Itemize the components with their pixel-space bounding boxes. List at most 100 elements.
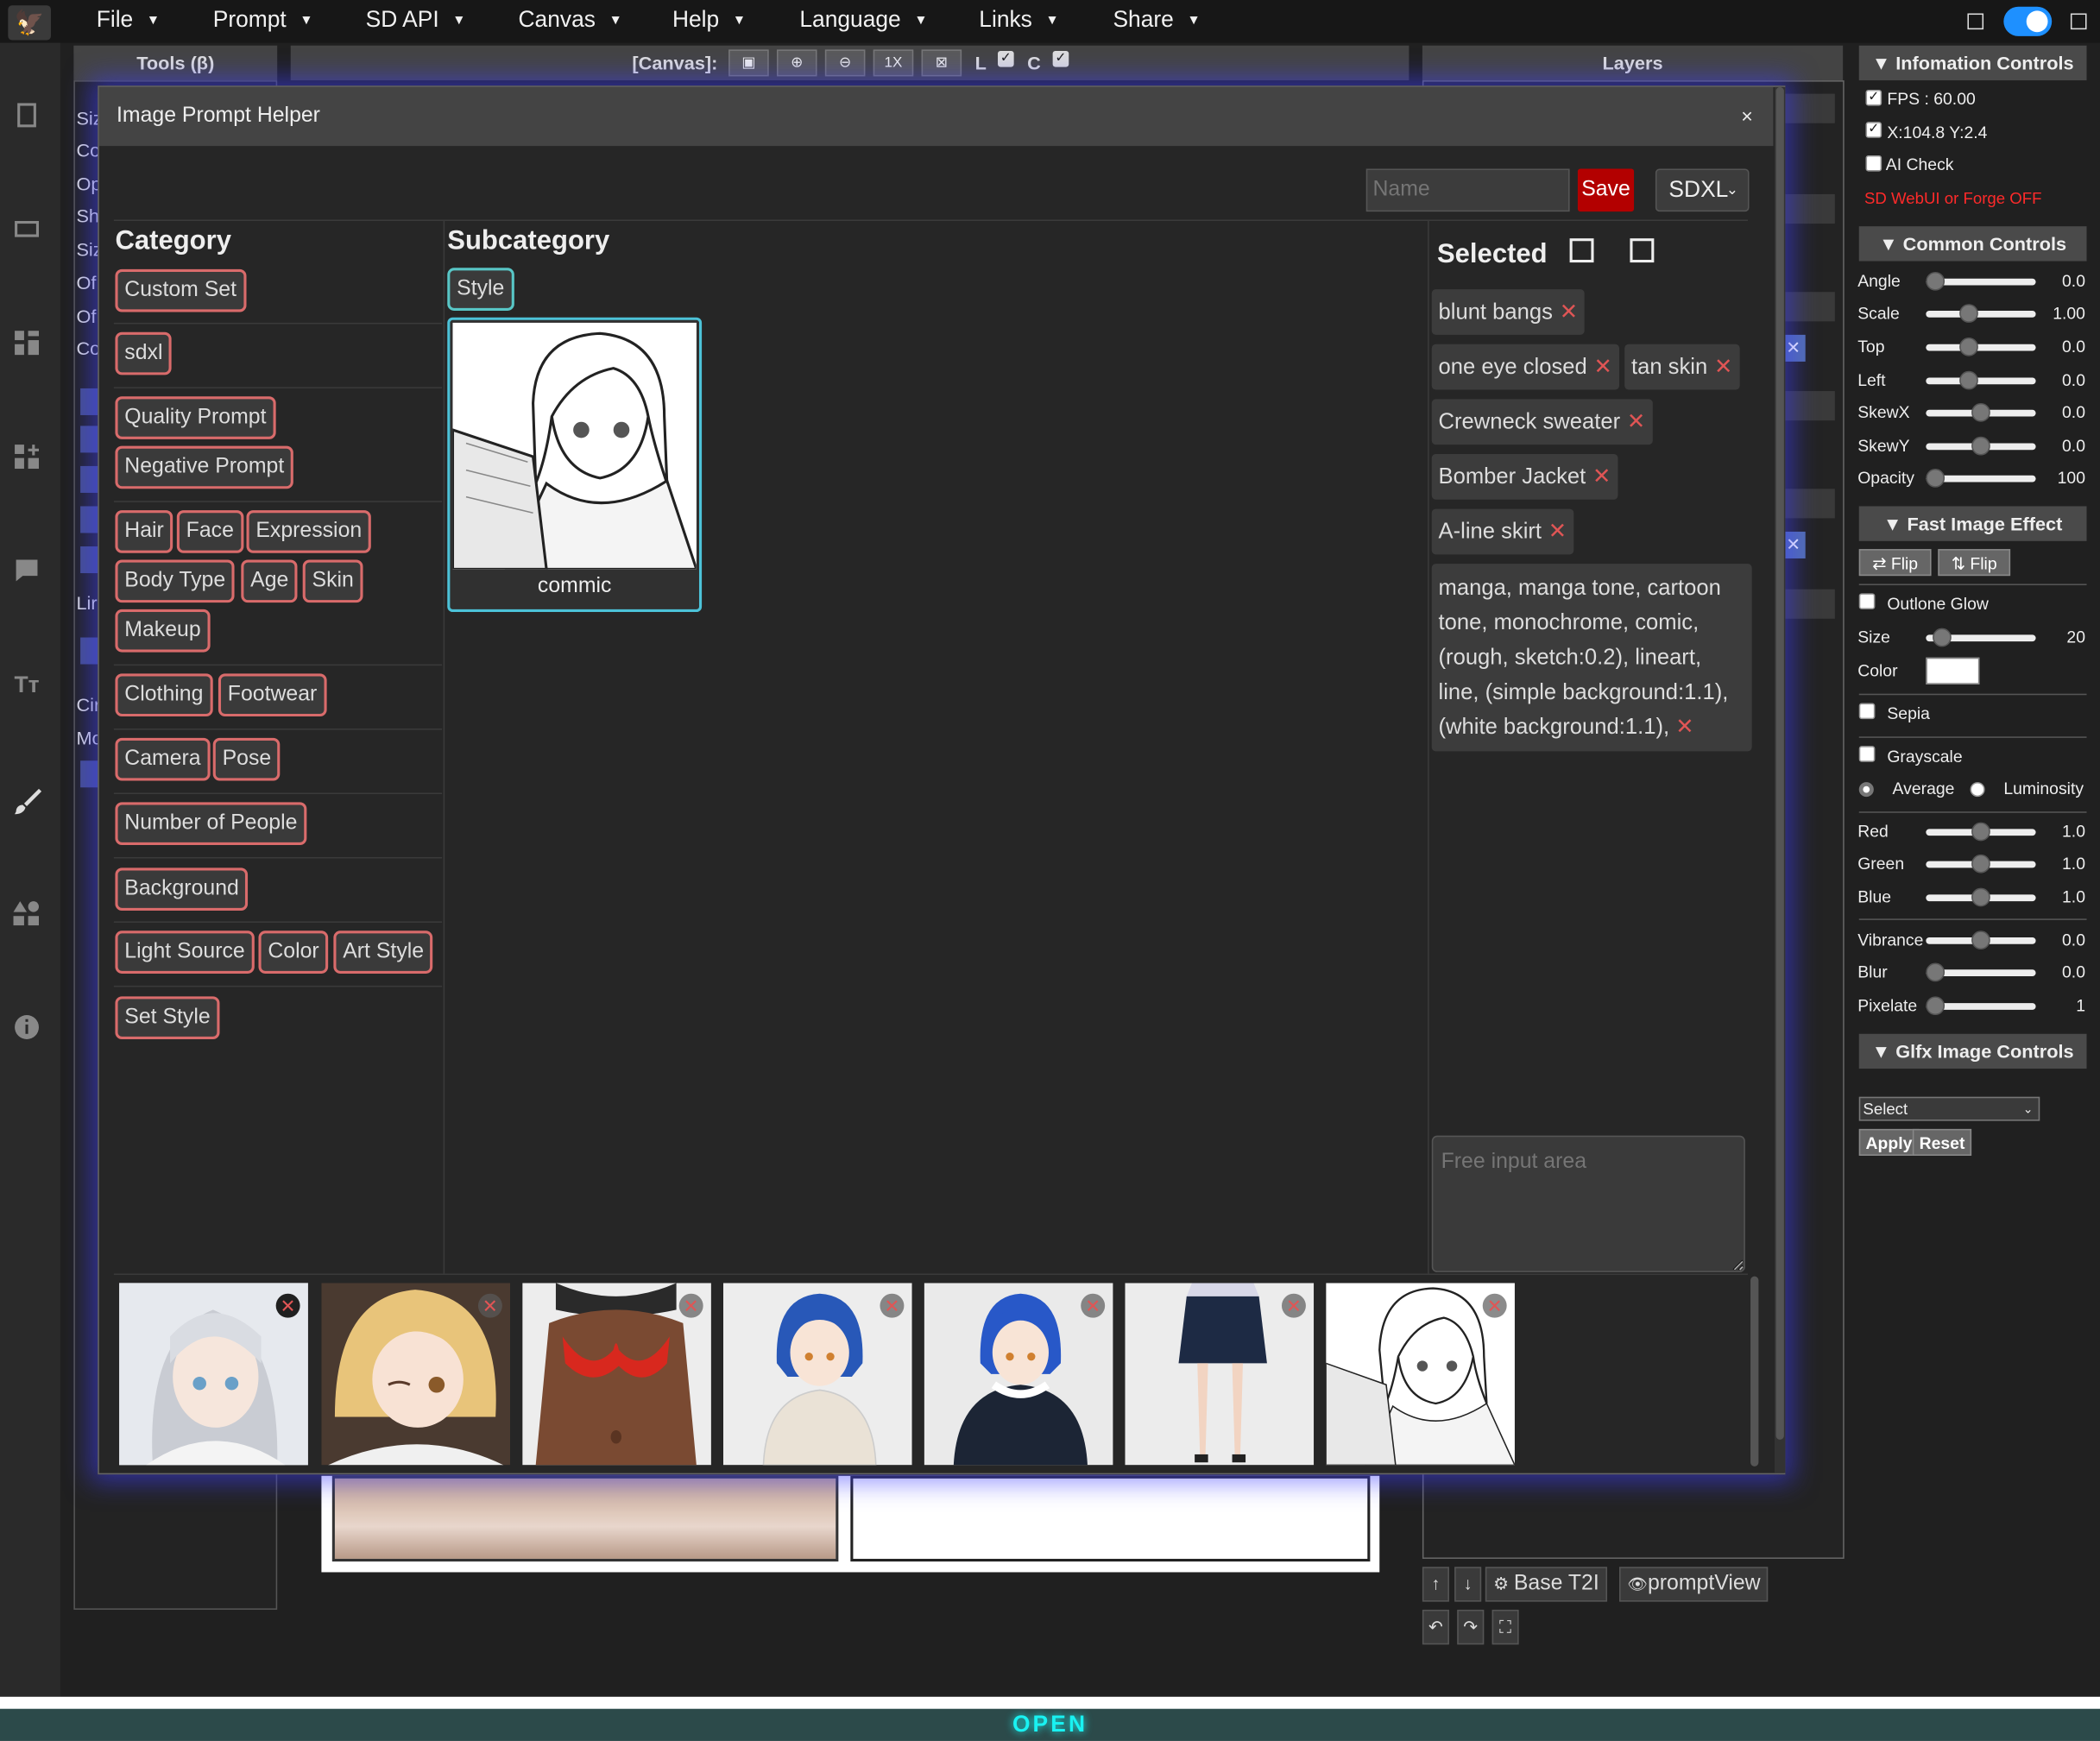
save-button[interactable]: Save	[1577, 168, 1635, 212]
layer-row[interactable]	[1781, 391, 1835, 421]
rgb-slider[interactable]	[1926, 887, 2036, 907]
fx-slider[interactable]	[1926, 996, 2036, 1016]
add-panel-icon[interactable]	[10, 444, 42, 470]
subcategory-card[interactable]: commic	[447, 317, 703, 613]
menu-canvas[interactable]: Canvas ▼	[519, 7, 622, 34]
slider-knob[interactable]	[1959, 304, 1979, 323]
slider-knob[interactable]	[1933, 628, 1952, 647]
canvas-image-panel[interactable]	[331, 1475, 839, 1562]
undo-icon[interactable]: ↶	[1422, 1609, 1449, 1645]
rectangle-tool-icon[interactable]	[10, 102, 42, 129]
zoom-in-icon[interactable]: ⊕	[776, 49, 817, 77]
slider-knob[interactable]	[1971, 822, 1990, 842]
apply-button[interactable]: Apply	[1858, 1128, 1920, 1156]
remove-thumbnail-icon[interactable]: ✕	[678, 1293, 703, 1318]
remove-thumbnail-icon[interactable]: ✕	[1281, 1293, 1306, 1318]
tool-button[interactable]	[80, 637, 99, 665]
fx-slider[interactable]	[1926, 930, 2036, 950]
fps-checkbox[interactable]: ✓	[1865, 89, 1882, 106]
menu-language[interactable]: Language ▼	[799, 7, 927, 34]
window-square-icon[interactable]	[1967, 13, 1984, 30]
sepia-checkbox[interactable]	[1858, 703, 1876, 720]
category-tag[interactable]: Expression	[246, 510, 372, 553]
slider-knob[interactable]	[1971, 403, 1990, 422]
category-tag[interactable]: Camera	[115, 737, 211, 781]
selected-prompt-text[interactable]: manga, manga tone, cartoon tone, monochr…	[1431, 564, 1752, 752]
history-thumbnail[interactable]: ✕	[722, 1283, 912, 1466]
info-controls-header[interactable]: ▼ Infomation Controls	[1858, 45, 2087, 81]
layer-up-icon[interactable]: ↑	[1422, 1567, 1449, 1602]
layer-down-icon[interactable]: ↓	[1454, 1567, 1482, 1602]
slider-track[interactable]	[1926, 403, 2036, 422]
slider-knob[interactable]	[1926, 469, 1945, 488]
remove-thumbnail-icon[interactable]: ✕	[275, 1293, 300, 1318]
tool-button[interactable]	[80, 760, 99, 788]
info-icon[interactable]	[10, 1013, 42, 1040]
category-tag[interactable]: Set Style	[115, 996, 220, 1039]
flip-horizontal-button[interactable]: ⇄ Flip	[1858, 549, 1932, 577]
remove-thumbnail-icon[interactable]: ✕	[880, 1293, 905, 1318]
outline-glow-checkbox[interactable]	[1858, 593, 1876, 609]
rgb-slider[interactable]	[1926, 854, 2036, 874]
category-tag[interactable]: Body Type	[115, 559, 236, 603]
canvas-image-icon[interactable]: ▣	[728, 49, 769, 77]
tool-button[interactable]	[80, 388, 99, 415]
clear-checkbox[interactable]	[1630, 238, 1655, 263]
layer-row[interactable]	[1781, 292, 1835, 322]
category-tag[interactable]: Background	[115, 867, 249, 912]
category-tag[interactable]: Pose	[212, 737, 281, 781]
remove-icon[interactable]: ✕	[1592, 464, 1611, 489]
history-thumbnail[interactable]: ✕	[119, 1283, 308, 1466]
ai-check-checkbox[interactable]	[1865, 155, 1882, 172]
slider-knob[interactable]	[1971, 930, 1990, 950]
history-thumbnail[interactable]: ✕	[321, 1283, 511, 1466]
remove-icon[interactable]: ✕	[1627, 410, 1645, 434]
category-tag[interactable]: Hair	[115, 510, 173, 553]
text-tool-icon[interactable]: Tт	[10, 672, 42, 699]
base-t2i-button[interactable]: ⚙ Base T2I	[1485, 1567, 1608, 1602]
slider-knob[interactable]	[1926, 962, 1945, 982]
zoom-out-icon[interactable]: ⊖	[824, 49, 866, 77]
glfx-select[interactable]: Select ⌄	[1858, 1096, 2040, 1121]
history-thumbnail[interactable]: ✕	[522, 1283, 711, 1466]
modal-scrollbar[interactable]	[1775, 86, 1786, 1473]
modal-titlebar[interactable]	[98, 86, 1774, 147]
slider-knob[interactable]	[1926, 271, 1945, 291]
category-tag[interactable]: sdxl	[115, 331, 173, 375]
xy-checkbox[interactable]: ✓	[1865, 122, 1882, 138]
category-tag[interactable]: Quality Prompt	[115, 396, 276, 439]
slider-track[interactable]	[1926, 469, 2036, 488]
selected-tag[interactable]: Bomber Jacket ✕	[1431, 453, 1618, 500]
slider-knob[interactable]	[1959, 370, 1979, 390]
zoom-1x-button[interactable]: 1X	[873, 49, 914, 77]
open-bar[interactable]: OPEN	[0, 1696, 2100, 1741]
glfx-controls-header[interactable]: ▼ Glfx Image Controls	[1858, 1033, 2087, 1069]
category-tag[interactable]: Footwear	[218, 673, 327, 717]
fx-slider[interactable]	[1926, 962, 2036, 982]
average-radio[interactable]	[1858, 782, 1874, 798]
close-icon[interactable]: ×	[1741, 106, 1753, 129]
fullscreen-square-icon[interactable]	[2070, 13, 2087, 30]
menu-file[interactable]: File ▼	[97, 7, 160, 34]
fast-effect-header[interactable]: ▼ Fast Image Effect	[1858, 506, 2087, 541]
slider-knob[interactable]	[1926, 996, 1945, 1016]
rgb-slider[interactable]	[1926, 822, 2036, 842]
canvas-l-checkbox[interactable]: ✓	[998, 50, 1014, 67]
select-all-checkbox[interactable]	[1569, 238, 1594, 263]
category-tag[interactable]: Light Source	[115, 930, 255, 974]
model-select[interactable]: SDXL ⌄	[1655, 168, 1750, 212]
layer-row[interactable]	[1781, 93, 1835, 123]
layer-row[interactable]	[1781, 589, 1835, 619]
menu-help[interactable]: Help ▼	[672, 7, 746, 34]
remove-icon[interactable]: ✕	[1548, 520, 1567, 544]
slider-track[interactable]	[1926, 337, 2036, 356]
color-swatch[interactable]	[1926, 657, 1980, 684]
tool-button[interactable]	[80, 465, 99, 493]
category-tag[interactable]: Negative Prompt	[115, 445, 294, 489]
category-tag[interactable]: Makeup	[115, 609, 211, 653]
history-thumbnail[interactable]: ✕	[1125, 1283, 1315, 1466]
common-controls-header[interactable]: ▼ Common Controls	[1858, 226, 2087, 262]
size-slider[interactable]	[1926, 628, 2036, 647]
menu-prompt[interactable]: Prompt ▼	[213, 7, 313, 34]
selected-tag[interactable]: A-line skirt ✕	[1431, 508, 1574, 555]
